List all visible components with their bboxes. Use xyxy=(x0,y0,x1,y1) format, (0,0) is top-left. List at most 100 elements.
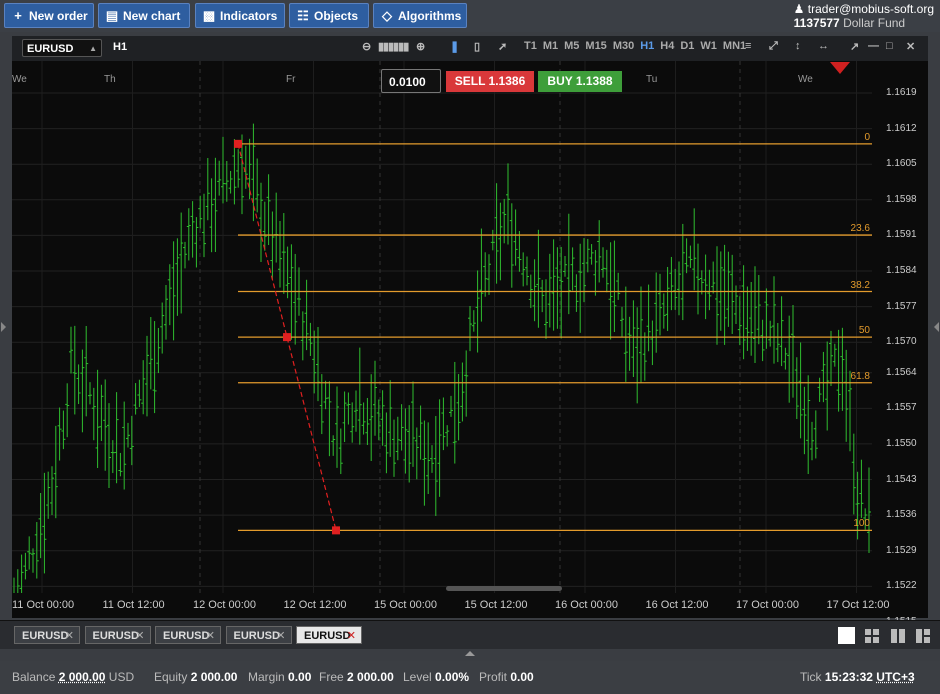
timeframe-m5[interactable]: M5 xyxy=(564,40,579,52)
close-icon[interactable]: ✕ xyxy=(906,40,915,53)
indicator-tool-icon[interactable]: ≡ xyxy=(745,40,751,52)
zoom-out-icon[interactable]: ⊖ xyxy=(362,40,371,53)
day-label: Fr xyxy=(286,74,296,85)
timeframe-h1[interactable]: H1 xyxy=(640,40,654,52)
time-label: 17 Oct 00:00 xyxy=(736,599,799,611)
time-label: 12 Oct 12:00 xyxy=(283,599,347,611)
algorithms-button[interactable]: ◇ Algorithms xyxy=(373,3,467,28)
lot-size-input[interactable]: 0.0100 xyxy=(381,69,441,93)
day-label: We xyxy=(798,74,813,85)
timeframe-label: H1 xyxy=(113,41,128,53)
close-tab-icon[interactable]: ✕ xyxy=(65,627,74,645)
chart-tab[interactable]: EURUSD ✕ xyxy=(296,626,362,644)
plus-icon: + xyxy=(14,8,22,23)
timeframe-mn1[interactable]: MN1 xyxy=(723,40,746,52)
popout-icon[interactable]: ↗ xyxy=(850,40,859,53)
timeframe-m30[interactable]: M30 xyxy=(613,40,634,52)
zoom-slider[interactable]: ▮▮▮▮▮▮ xyxy=(378,40,409,53)
timeframe-m1[interactable]: M1 xyxy=(543,40,558,52)
account-user: trader@mobius-soft.org xyxy=(807,2,934,16)
chart-tab-label: EURUSD xyxy=(304,630,351,642)
timeframe-m15[interactable]: M15 xyxy=(585,40,606,52)
timeframe-t1[interactable]: T1 xyxy=(524,40,537,52)
zoom-in-icon[interactable]: ⊕ xyxy=(416,40,425,53)
new-order-button[interactable]: + New order xyxy=(4,3,94,28)
left-panel-toggle-icon[interactable] xyxy=(1,322,6,332)
tick-status: Tick 15:23:32 UTC+3 xyxy=(800,670,915,684)
candle-chart-icon[interactable]: ▯ xyxy=(474,40,480,53)
close-tab-icon[interactable]: ✕ xyxy=(276,627,285,645)
panel-toggle-icon[interactable] xyxy=(465,651,475,656)
time-label: 11 Oct 12:00 xyxy=(102,599,165,611)
chart-tab-label: EURUSD xyxy=(22,630,69,642)
minimize-icon[interactable]: — xyxy=(868,40,879,52)
chart-tab[interactable]: EURUSD ✕ xyxy=(84,626,151,645)
price-label: 1.1598 xyxy=(886,193,917,205)
sell-button[interactable]: SELL 1.1386 xyxy=(446,71,534,92)
bars-icon: ▩ xyxy=(202,7,216,23)
close-tab-icon[interactable]: ✕ xyxy=(206,627,215,645)
balance-status: Balance 2 000.00 USD xyxy=(12,670,135,684)
price-label: 1.1543 xyxy=(886,473,917,485)
day-label: Th xyxy=(104,74,116,85)
fib-level-label: 0 xyxy=(864,131,870,143)
close-tab-icon[interactable]: ✕ xyxy=(135,627,144,645)
price-chart[interactable] xyxy=(12,61,872,593)
price-label: 1.1550 xyxy=(886,437,917,449)
day-label: Tu xyxy=(646,74,658,85)
layout-grid-icon[interactable] xyxy=(864,627,881,644)
chart-tab-label: EURUSD xyxy=(233,630,280,642)
maximize-icon[interactable]: □ xyxy=(886,40,893,52)
line-chart-icon[interactable]: ➚ xyxy=(498,40,507,53)
spinner-icon: ▲ xyxy=(89,44,97,53)
diamond-icon: ◇ xyxy=(382,7,392,23)
current-bar-marker-icon xyxy=(830,62,850,74)
time-axis: 11 Oct 00:00 11 Oct 12:00 12 Oct 00:00 12 O… xyxy=(12,593,928,618)
layout-columns-icon[interactable] xyxy=(890,627,907,644)
timezone-selector[interactable]: UTC+3 xyxy=(876,670,914,684)
fib-level-label: 61.8 xyxy=(850,370,870,382)
chart-icon: ▤ xyxy=(105,7,119,23)
chart-tab[interactable]: EURUSD ✕ xyxy=(155,626,221,644)
chart-tab-label: EURUSD xyxy=(92,630,139,642)
close-tab-icon[interactable]: ✕ xyxy=(347,627,356,645)
timeframe-h4[interactable]: H4 xyxy=(660,40,674,52)
time-label: 16 Oct 12:00 xyxy=(645,599,709,611)
right-panel-toggle-icon[interactable] xyxy=(934,322,939,332)
horizontal-line-tool-icon[interactable]: ↔ xyxy=(818,40,829,52)
horizontal-scrollbar[interactable] xyxy=(446,586,562,591)
objects-icon: ☷ xyxy=(297,7,309,23)
price-label: 1.1591 xyxy=(886,229,917,241)
price-label: 1.1584 xyxy=(886,265,917,276)
bar-chart-icon[interactable]: ❚ xyxy=(450,40,459,53)
price-label: 1.1619 xyxy=(886,87,917,98)
user-icon: ♟ xyxy=(793,2,805,16)
fib-anchor-handle xyxy=(332,526,340,535)
chart-tab[interactable]: EURUSD ✕ xyxy=(14,626,80,644)
fib-level-label: 100 xyxy=(853,518,870,530)
profit-status: Profit 0.00 xyxy=(479,670,534,684)
indicators-button[interactable]: ▩ Indicators xyxy=(195,3,285,28)
price-label: 1.1605 xyxy=(886,158,917,170)
symbol-selector[interactable]: EURUSD ▲ xyxy=(22,39,102,57)
objects-button[interactable]: ☷ Objects xyxy=(289,3,369,28)
chart-tabs-bar: EURUSD ✕ EURUSD ✕ EURUSD ✕ EURUSD ✕ EURUSD ✕ xyxy=(0,620,940,649)
layout-single-icon[interactable] xyxy=(838,627,855,644)
price-label: 1.1529 xyxy=(886,544,917,556)
price-axis: 1.1619 1.1612 1.1605 1.1598 1.1591 1.1584 1.15… xyxy=(872,61,928,627)
new-chart-button[interactable]: ▤ New chart xyxy=(98,3,190,28)
account-info[interactable]: ♟ trader@mobius-soft.org 1137577 Dollar … xyxy=(794,2,934,30)
trendline-tool-icon[interactable]: ⤢ xyxy=(769,40,778,53)
buy-button[interactable]: BUY 1.1388 xyxy=(538,71,622,92)
time-label: 12 Oct 00:00 xyxy=(193,599,256,611)
layout-mixed-icon[interactable] xyxy=(915,627,932,644)
fib-level-label: 23.6 xyxy=(850,223,870,235)
vertical-line-tool-icon[interactable]: ↕ xyxy=(795,40,801,52)
timeframe-d1[interactable]: D1 xyxy=(680,40,694,52)
fib-anchor-handle xyxy=(234,139,242,148)
time-label: 17 Oct 12:00 xyxy=(826,599,890,611)
time-label: 11 Oct 00:00 xyxy=(12,599,75,611)
chart-tab[interactable]: EURUSD ✕ xyxy=(225,626,292,645)
timeframe-w1[interactable]: W1 xyxy=(700,40,717,52)
price-label: 1.1612 xyxy=(886,122,917,134)
